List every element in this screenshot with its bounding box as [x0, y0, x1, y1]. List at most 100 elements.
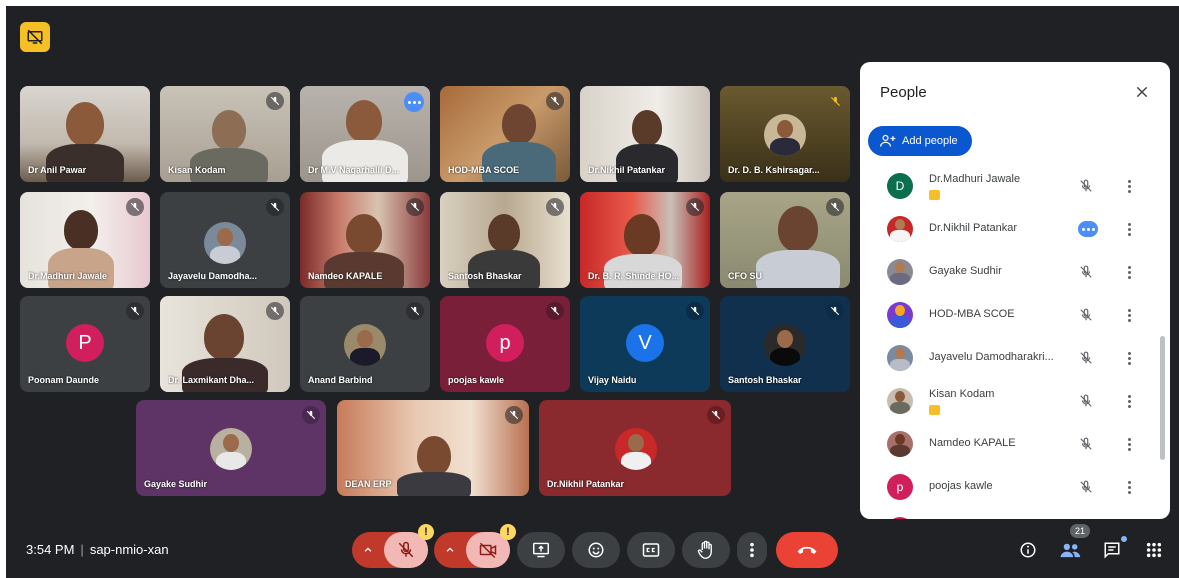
- participant-row[interactable]: Jayavelu Damodharakri...: [872, 338, 1152, 376]
- participant-tile[interactable]: p poojas kawle: [440, 296, 570, 392]
- avatar: V: [626, 324, 664, 362]
- participant-tile[interactable]: Dr.Madhuri Jawale: [20, 192, 150, 288]
- captions-button[interactable]: [627, 532, 675, 568]
- participant-tile[interactable]: Kisan Kodam: [160, 86, 290, 182]
- mic-off-icon: [546, 198, 564, 216]
- emoji-icon: [588, 542, 604, 558]
- more-options-icon[interactable]: [1124, 478, 1134, 496]
- participant-name: Poonam Daunde: [28, 375, 100, 385]
- participant-tile[interactable]: Anand Barbind: [300, 296, 430, 392]
- speaking-indicator-icon: [1078, 221, 1098, 237]
- raise-hand-button[interactable]: [682, 532, 730, 568]
- panel-title: People: [880, 84, 927, 101]
- participant-name: Gayake Sudhir: [929, 265, 1002, 277]
- participant-tile[interactable]: Namdeo KAPALE: [300, 192, 430, 288]
- participant-name: Anand Barbind: [308, 375, 373, 385]
- avatar: [887, 388, 913, 414]
- mic-off-icon: [266, 198, 284, 216]
- participant-tile[interactable]: Santosh Bhaskar: [720, 296, 850, 392]
- participant-row[interactable]: D Dr.Madhuri Jawale: [872, 166, 1152, 204]
- participant-tile[interactable]: HOD-MBA SCOE: [440, 86, 570, 182]
- participant-tile[interactable]: V Vijay Naidu: [580, 296, 710, 392]
- reactions-button[interactable]: [572, 532, 620, 568]
- more-options-icon[interactable]: [1124, 392, 1134, 410]
- participant-tile[interactable]: Dr.Nikhil Patankar: [539, 400, 731, 496]
- show-everyone-button[interactable]: [1058, 538, 1082, 562]
- participant-tile[interactable]: P Poonam Daunde: [20, 296, 150, 392]
- participant-count-badge: 21: [1070, 524, 1091, 538]
- more-options-icon[interactable]: [1124, 177, 1134, 195]
- more-options-icon[interactable]: [1124, 220, 1134, 238]
- participant-row[interactable]: Kisan Kodam: [872, 381, 1152, 419]
- mic-options-button[interactable]: [352, 532, 384, 568]
- meet-window: Dr Anil Pawar Kisan Kodam Dr M.V Nagarha…: [6, 6, 1179, 578]
- participant-tile[interactable]: CFO SU: [720, 192, 850, 288]
- mic-off-icon: [826, 302, 844, 320]
- mic-off-icon: [126, 302, 144, 320]
- present-now-button[interactable]: [517, 532, 565, 568]
- participant-row[interactable]: p poojas kawle: [872, 467, 1152, 505]
- participant-tile[interactable]: Dr.Nikhil Patankar: [580, 86, 710, 182]
- meeting-code: sap-nmio-xan: [89, 542, 169, 557]
- more-options-icon[interactable]: [1124, 263, 1134, 281]
- avatar: p: [887, 474, 913, 500]
- participant-row[interactable]: Dr.Nikhil Patankar: [872, 209, 1152, 247]
- participant-name: Dr.Madhuri Jawale: [28, 271, 108, 281]
- presentation-off-indicator[interactable]: [20, 22, 50, 52]
- new-message-indicator: [1121, 536, 1127, 542]
- info-icon: [1020, 542, 1036, 558]
- participant-tile[interactable]: Gayake Sudhir: [136, 400, 326, 496]
- participant-name: Kisan Kodam: [929, 388, 995, 400]
- activities-button[interactable]: [1142, 538, 1166, 562]
- end-call-icon: [797, 546, 817, 554]
- mic-off-icon: [1077, 349, 1095, 367]
- avatar: p: [486, 324, 524, 362]
- chat-button[interactable]: [1100, 538, 1124, 562]
- camera-warning-badge: !: [500, 524, 516, 540]
- participant-name: Dr Anil Pawar: [28, 165, 87, 175]
- leave-call-button[interactable]: [776, 532, 838, 568]
- camera-options-button[interactable]: [434, 532, 466, 568]
- mic-off-icon: [406, 302, 424, 320]
- participant-row[interactable]: Namdeo KAPALE: [872, 424, 1152, 462]
- mic-off-icon: [406, 198, 424, 216]
- avatar: [887, 431, 913, 457]
- participant-tile-active-speaker[interactable]: Dr M.V Nagarhalli D...: [300, 86, 430, 182]
- participant-row[interactable]: Gayake Sudhir: [872, 252, 1152, 290]
- more-options-icon[interactable]: [1124, 349, 1134, 367]
- participant-row-partial[interactable]: [872, 510, 1152, 519]
- more-options-icon[interactable]: [1124, 306, 1134, 324]
- participant-name: HOD-MBA SCOE: [929, 308, 1015, 320]
- mic-off-icon: [1077, 306, 1095, 324]
- participant-name: Dr. B. R. Shinde HO...: [588, 271, 680, 281]
- participant-name: Vijay Naidu: [588, 375, 637, 385]
- participant-name: DEAN ERP: [345, 479, 392, 489]
- participant-tile[interactable]: Jayavelu Damodha...: [160, 192, 290, 288]
- panel-scrollbar[interactable]: [1160, 336, 1165, 460]
- participant-tile[interactable]: Dr. Laxmikant Dha...: [160, 296, 290, 392]
- mic-off-icon: [686, 198, 704, 216]
- more-options-button[interactable]: [737, 532, 767, 568]
- participant-tile[interactable]: Santosh Bhaskar: [440, 192, 570, 288]
- microphone-control: !: [352, 524, 434, 568]
- participant-tile[interactable]: Dr. D. B. Kshirsagar...: [720, 86, 850, 182]
- participant-name: Santosh Bhaskar: [448, 271, 522, 281]
- participant-tile[interactable]: DEAN ERP: [337, 400, 529, 496]
- meeting-details-button[interactable]: [1016, 538, 1040, 562]
- mic-off-icon: [546, 302, 564, 320]
- mic-off-icon: [1077, 392, 1095, 410]
- add-people-button[interactable]: Add people: [868, 126, 972, 156]
- participant-name: Dr. Laxmikant Dha...: [168, 375, 255, 385]
- participant-tile[interactable]: Dr. B. R. Shinde HO...: [580, 192, 710, 288]
- screenshot-frame: Dr Anil Pawar Kisan Kodam Dr M.V Nagarha…: [0, 0, 1179, 578]
- close-icon: [1136, 86, 1148, 98]
- presentation-off-icon: [27, 29, 43, 45]
- participant-tile[interactable]: Dr Anil Pawar: [20, 86, 150, 182]
- speaking-indicator-icon: [404, 92, 424, 112]
- participant-name: Dr.Nikhil Patankar: [929, 222, 1018, 234]
- close-panel-button[interactable]: [1132, 82, 1152, 102]
- avatar: P: [66, 324, 104, 362]
- more-options-icon[interactable]: [1124, 435, 1134, 453]
- participant-row[interactable]: HOD-MBA SCOE: [872, 295, 1152, 333]
- participant-name: Dr.Madhuri Jawale: [929, 173, 1021, 185]
